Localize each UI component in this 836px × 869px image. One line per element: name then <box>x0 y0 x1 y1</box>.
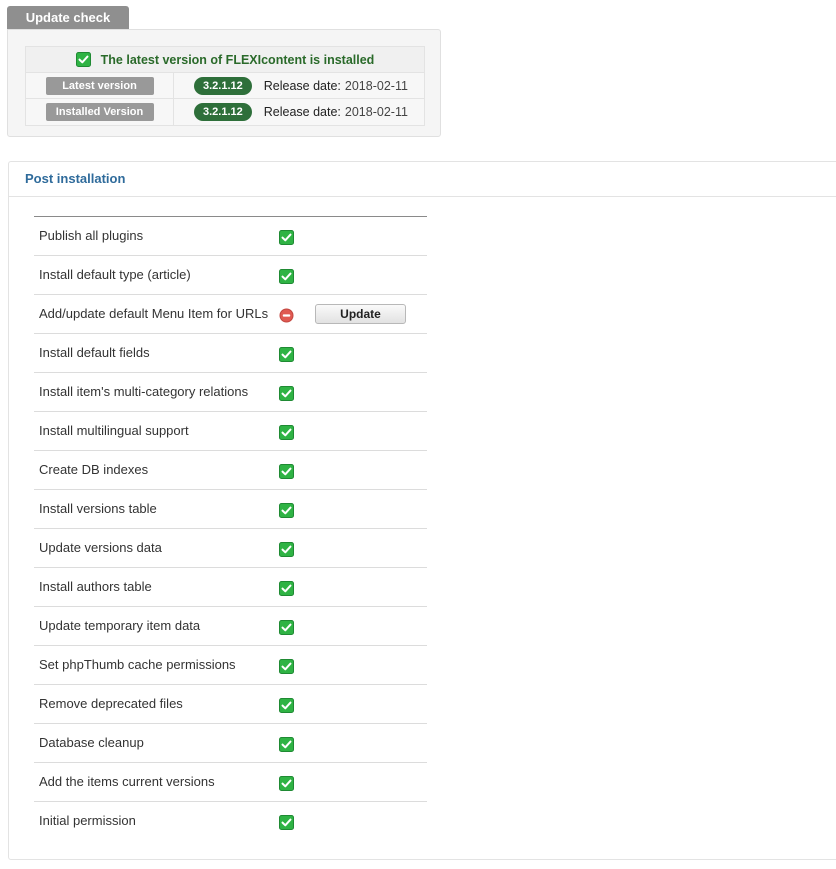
check-icon <box>279 620 294 635</box>
version-label: Installed Version <box>45 103 154 121</box>
post-installation-panel: Post installation Publish all plugins Ins… <box>8 161 836 860</box>
task-name: Install default fields <box>39 345 150 360</box>
task-name: Install default type (article) <box>39 267 191 282</box>
check-icon <box>279 230 294 245</box>
task-name: Install versions table <box>39 501 157 516</box>
post-installation-title: Post installation <box>9 162 836 197</box>
version-label: Latest version <box>45 76 154 95</box>
version-status-row: The latest version of FLEXIcontent is in… <box>26 47 424 73</box>
task-name: Database cleanup <box>39 735 144 750</box>
task-row-install-default-fields: Install default fields <box>34 334 427 373</box>
check-icon <box>279 347 294 362</box>
check-icon <box>279 425 294 440</box>
check-icon <box>279 698 294 713</box>
task-name: Update temporary item data <box>39 618 201 633</box>
task-name: Create DB indexes <box>39 462 149 477</box>
task-row-database-cleanup: Database cleanup <box>34 724 427 763</box>
task-row-create-db-indexes: Create DB indexes <box>34 451 427 490</box>
task-name: Initial permission <box>39 813 136 828</box>
check-icon <box>279 659 294 674</box>
check-icon <box>279 581 294 596</box>
error-icon <box>279 308 294 323</box>
version-label-cell: Latest version <box>26 73 174 98</box>
check-icon <box>279 269 294 284</box>
task-row-install-multilingual-support: Install multilingual support <box>34 412 427 451</box>
task-list: Publish all plugins Install default type … <box>34 216 427 841</box>
task-row-update-versions-data: Update versions data <box>34 529 427 568</box>
task-name: Install item's multi-category relations <box>39 384 249 399</box>
check-icon <box>279 386 294 401</box>
task-name: Update versions data <box>39 540 162 555</box>
task-row-install-authors-table: Install authors table <box>34 568 427 607</box>
check-icon <box>279 815 294 830</box>
release-date-label: Release date: <box>263 105 341 119</box>
task-name: Remove deprecated files <box>39 696 183 711</box>
release-date-label: Release date: <box>263 78 341 93</box>
task-row-initial-permission: Initial permission <box>34 802 427 841</box>
check-icon <box>279 737 294 752</box>
task-name: Publish all plugins <box>39 228 144 243</box>
check-icon <box>75 52 91 67</box>
check-icon <box>279 503 294 518</box>
version-row-installed-version: Installed Version 3.2.1.12 Release date: 20… <box>26 99 424 125</box>
version-status-message: The latest version of FLEXIcontent is in… <box>100 52 375 67</box>
version-row-latest-version: Latest version 3.2.1.12 Release date: 2018-… <box>26 73 424 99</box>
version-table: The latest version of FLEXIcontent is in… <box>25 46 425 126</box>
task-row-add-update-default-menu-item-for-urls: Add/update default Menu Item for URLs Upd… <box>34 295 427 334</box>
task-row-install-versions-table: Install versions table <box>34 490 427 529</box>
task-row-update-temporary-item-data: Update temporary item data <box>34 607 427 646</box>
task-row-install-default-type-article: Install default type (article) <box>34 256 427 295</box>
task-name: Add/update default Menu Item for URLs <box>39 306 269 321</box>
task-row-install-item-s-multi-category-relations: Install item's multi-category relations <box>34 373 427 412</box>
release-date-value: 2018-02-11 <box>344 105 408 119</box>
task-row-add-the-items-current-versions: Add the items current versions <box>34 763 427 802</box>
task-name: Install authors table <box>39 579 152 594</box>
task-row-set-phpthumb-cache-permissions: Set phpThumb cache permissions <box>34 646 427 685</box>
update-menu-item-button[interactable]: Update <box>315 304 406 324</box>
version-label-cell: Installed Version <box>26 99 174 125</box>
task-row-publish-all-plugins: Publish all plugins <box>34 217 427 256</box>
task-name: Set phpThumb cache permissions <box>39 657 236 672</box>
task-name: Install multilingual support <box>39 423 189 438</box>
version-badge: 3.2.1.12 <box>194 76 252 95</box>
release-date-value: 2018-02-11 <box>344 78 408 93</box>
check-icon <box>279 776 294 791</box>
update-check-panel: The latest version of FLEXIcontent is in… <box>7 29 441 137</box>
check-icon <box>279 542 294 557</box>
task-name: Add the items current versions <box>39 774 215 789</box>
check-icon <box>279 464 294 479</box>
version-badge: 3.2.1.12 <box>194 103 252 121</box>
update-check-tab[interactable]: Update check <box>7 6 129 30</box>
task-row-remove-deprecated-files: Remove deprecated files <box>34 685 427 724</box>
